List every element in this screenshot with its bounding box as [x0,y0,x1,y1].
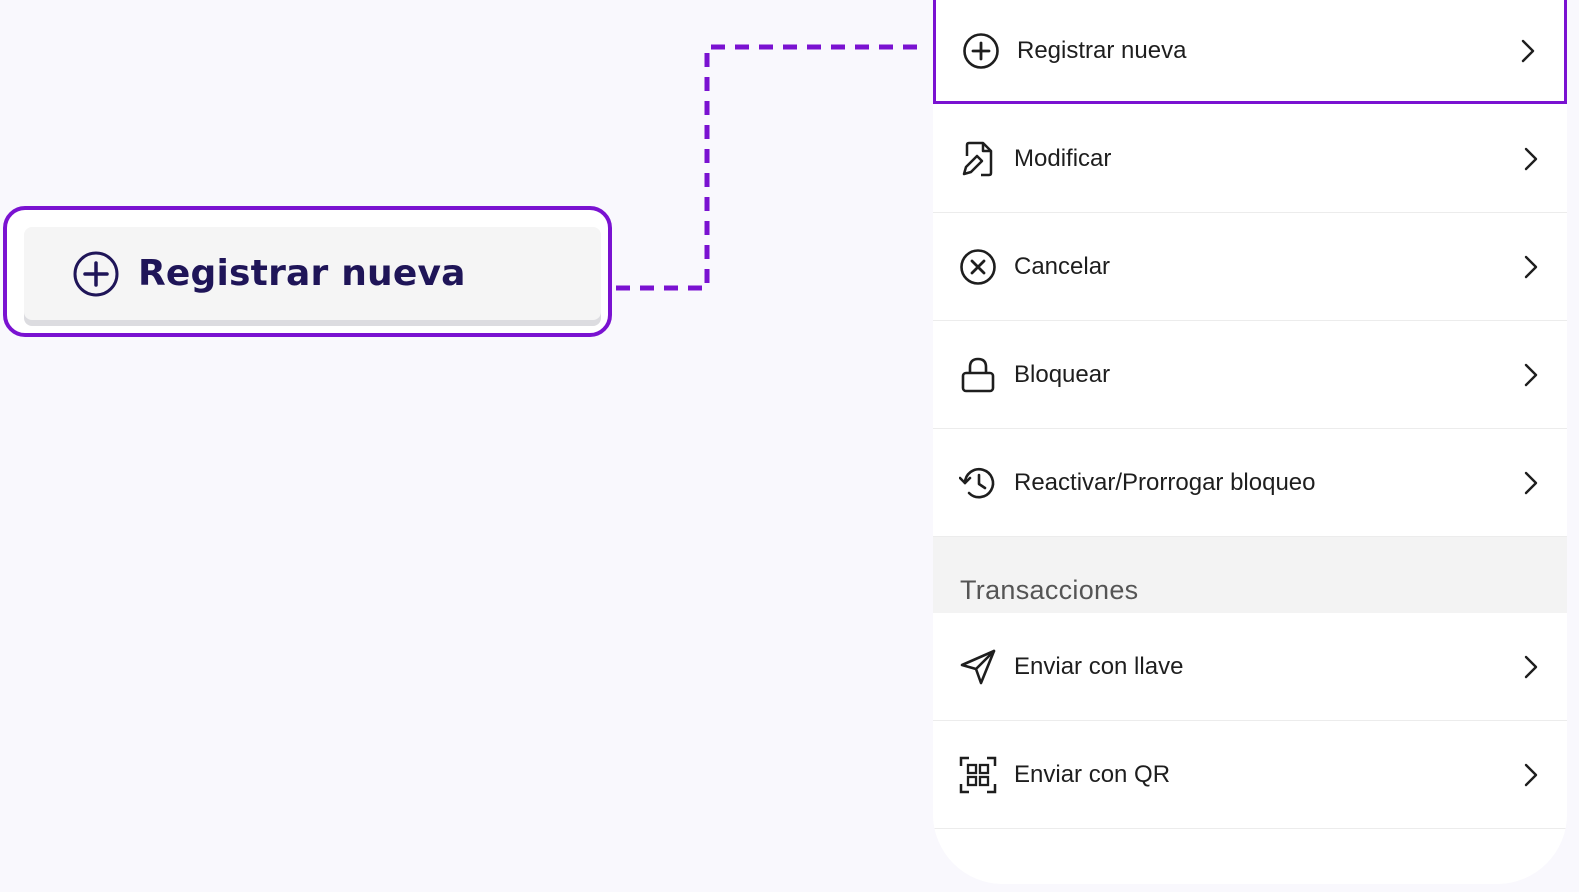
menu-item-enviar-con-qr[interactable]: Enviar con QR [933,722,1567,829]
menu-item-label: Cancelar [1014,253,1111,280]
menu-item-registrar-nueva[interactable]: Registrar nueva [933,0,1567,104]
menu-item-label: Enviar con llave [1014,653,1184,680]
menu-item-label: Reactivar/Prorrogar bloqueo [1014,469,1316,496]
menu-item-label: Registrar nueva [1017,36,1187,64]
chevron-right-icon [1516,37,1540,65]
section-header-transacciones: Transacciones [933,537,1567,613]
section-title: Transacciones [960,575,1139,605]
menu-item-reactivar-prorrogar[interactable]: Reactivar/Prorrogar bloqueo [933,430,1567,537]
plus-circle-icon [961,31,1001,71]
registrar-nueva-callout-button: Registrar nueva [24,227,601,320]
zoom-callout: Registrar nueva [3,206,612,337]
x-circle-icon [958,247,998,287]
qr-code-icon [958,755,998,795]
chevron-right-icon [1519,469,1543,497]
menu-item-bloquear[interactable]: Bloquear [933,322,1567,429]
menu-item-label: Enviar con QR [1014,761,1171,788]
menu-item-label: Bloquear [1014,361,1111,388]
chevron-right-icon [1519,761,1543,789]
chevron-right-icon [1519,145,1543,173]
send-icon [958,647,998,687]
lock-icon [958,355,998,395]
chevron-right-icon [1519,653,1543,681]
menu-item-label: Modificar [1014,145,1112,172]
chevron-right-icon [1519,361,1543,389]
callout-label: Registrar nueva [138,253,466,294]
history-icon [958,463,998,503]
menu-item-enviar-con-llave[interactable]: Enviar con llave [933,614,1567,721]
plus-circle-icon [72,250,120,298]
chevron-right-icon [1519,253,1543,281]
phone-screen: Registrar nueva Modificar Cancelar Bloqu… [933,0,1567,884]
bottom-spacer [933,829,1567,884]
menu-item-modificar[interactable]: Modificar [933,106,1567,213]
edit-document-icon [958,139,998,179]
menu-item-cancelar[interactable]: Cancelar [933,214,1567,321]
